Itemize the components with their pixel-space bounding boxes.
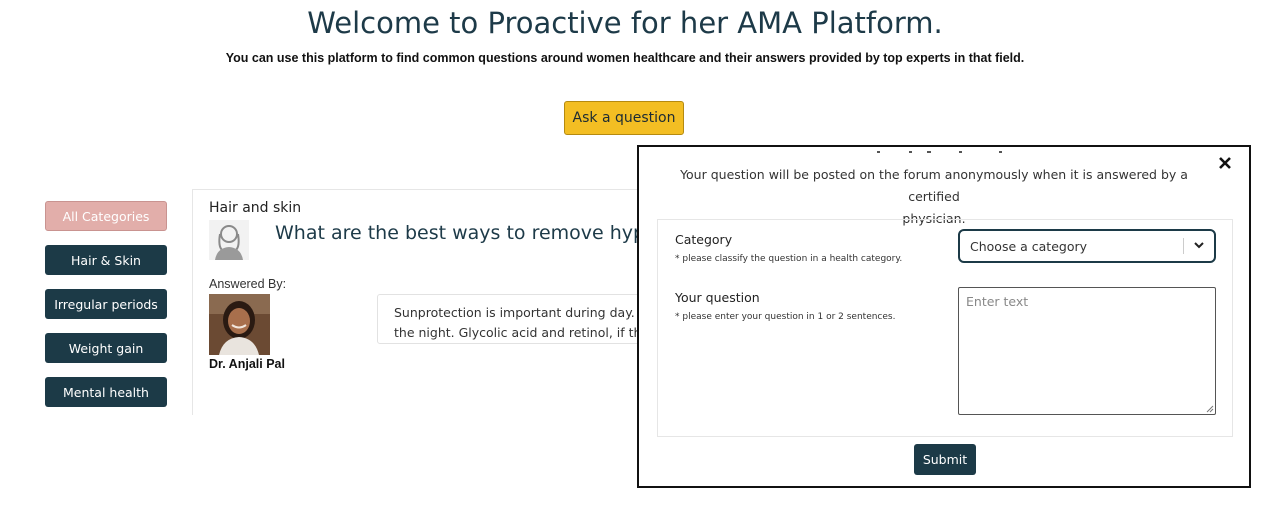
category-sidebar: All Categories Hair & Skin Irregular per… [45, 201, 167, 421]
page-subtitle: You can use this platform to find common… [225, 51, 1025, 65]
chevron-down-icon[interactable] [1193, 239, 1205, 251]
question-textarea-placeholder: Enter text [966, 294, 1029, 309]
category-hair-skin-button[interactable]: Hair & Skin [45, 245, 167, 275]
question-category: Hair and skin [209, 200, 302, 216]
question-label: Your question [675, 290, 760, 305]
question-title[interactable]: What are the best ways to remove hype [275, 222, 657, 244]
clipped-text-fragment [877, 151, 1002, 153]
question-textarea[interactable]: Enter text [958, 287, 1216, 415]
answer-line-1: Sunprotection is important during day. N [394, 305, 649, 320]
category-all-button[interactable]: All Categories [45, 201, 167, 231]
question-form: Category * please classify the question … [657, 219, 1233, 437]
doctor-avatar [209, 294, 270, 355]
ask-question-modal: Your question will be posted on the foru… [637, 145, 1251, 488]
modal-intro-line-1: Your question will be posted on the foru… [680, 167, 1188, 204]
category-mental-health-button[interactable]: Mental health [45, 377, 167, 407]
category-hint: * please classify the question in a heal… [675, 254, 903, 264]
answer-line-2: the night. Glycolic acid and retinol, if… [394, 325, 657, 340]
user-avatar-icon [209, 220, 249, 260]
category-select[interactable]: Choose a category [958, 229, 1216, 263]
question-hint: * please enter your question in 1 or 2 s… [675, 312, 896, 322]
category-select-value: Choose a category [970, 238, 1087, 254]
close-icon[interactable] [1219, 157, 1231, 169]
question-card: Hair and skin What are the best ways to … [192, 189, 677, 415]
ask-question-button[interactable]: Ask a question [564, 101, 684, 135]
category-label: Category [675, 232, 733, 247]
submit-button[interactable]: Submit [914, 444, 976, 475]
page-title: Welcome to Proactive for her AMA Platfor… [307, 6, 943, 40]
category-irregular-periods-button[interactable]: Irregular periods [45, 289, 167, 319]
select-divider [1183, 238, 1184, 254]
category-weight-gain-button[interactable]: Weight gain [45, 333, 167, 363]
answer-preview: Sunprotection is important during day. N… [377, 294, 677, 344]
answered-by-label: Answered By: [209, 277, 287, 291]
doctor-name: Dr. Anjali Pal [209, 357, 285, 371]
resize-handle-icon[interactable] [1206, 405, 1214, 413]
